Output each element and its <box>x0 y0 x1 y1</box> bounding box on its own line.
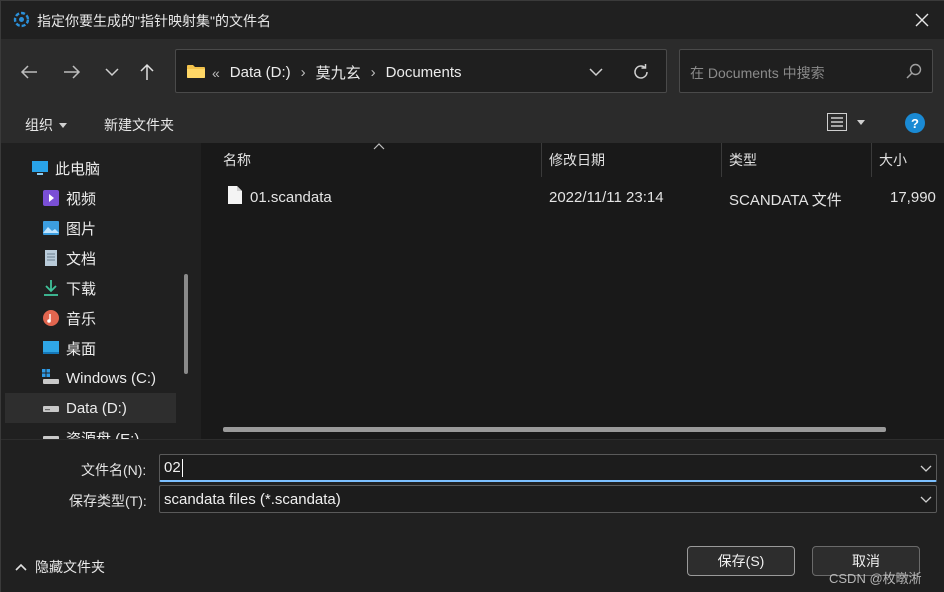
filename-field[interactable]: 02 <box>159 454 937 482</box>
command-bar: 组织 新建文件夹 ? <box>1 103 944 143</box>
sidebar-scrollbar[interactable] <box>184 274 188 374</box>
music-icon <box>43 310 59 326</box>
search-input[interactable]: 在 Documents 中搜索 <box>679 49 933 93</box>
sort-ascending-icon <box>373 143 385 150</box>
up-button[interactable] <box>134 59 160 85</box>
cheat-engine-icon <box>13 11 30 28</box>
download-icon <box>44 280 58 296</box>
caret-down-icon <box>857 119 865 125</box>
caret-down-icon <box>59 122 67 128</box>
sidebar-item-label: Windows (C:) <box>66 369 157 387</box>
navigation-bar: « Data (D:) › 莫九玄 › Documents 在 Document… <box>1 39 944 103</box>
sidebar-item-resource-e[interactable]: 资源盘 (E:) <box>42 423 197 439</box>
sidebar-item-label: 文档 <box>66 250 97 268</box>
address-bar[interactable]: « Data (D:) › 莫九玄 › Documents <box>175 49 667 93</box>
sidebar-item-label: 下载 <box>66 280 97 298</box>
forward-button[interactable] <box>59 59 85 85</box>
documents-icon <box>45 250 57 266</box>
filename-label: 文件名(N): <box>81 462 147 478</box>
sidebar-item-videos[interactable]: 视频 <box>42 183 197 213</box>
help-button[interactable]: ? <box>905 113 925 133</box>
chevron-down-icon <box>589 68 603 77</box>
filetype-label: 保存类型(T): <box>69 493 147 509</box>
refresh-button[interactable] <box>628 59 654 85</box>
back-button[interactable] <box>16 59 42 85</box>
sidebar-item-label: 视频 <box>66 190 97 208</box>
arrow-up-icon <box>140 63 154 80</box>
address-dropdown-button[interactable] <box>584 60 608 84</box>
breadcrumb-overflow[interactable]: « <box>212 65 220 81</box>
sidebar-item-downloads[interactable]: 下载 <box>42 273 197 303</box>
file-modified: 2022/11/11 23:14 <box>549 189 664 206</box>
new-folder-button[interactable]: 新建文件夹 <box>104 115 174 135</box>
chevron-down-icon <box>105 68 119 77</box>
search-icon <box>906 63 922 79</box>
sidebar-item-documents[interactable]: 文档 <box>42 243 197 273</box>
sidebar-item-windows-c[interactable]: Windows (C:) <box>42 363 197 393</box>
column-header-size[interactable]: 大小 <box>871 143 944 177</box>
sidebar-item-this-pc[interactable]: 此电脑 <box>31 153 197 183</box>
sidebar-item-label: 图片 <box>66 220 97 238</box>
view-options-button[interactable] <box>827 113 865 131</box>
breadcrumb-item[interactable]: Documents <box>386 64 462 81</box>
breadcrumb-item[interactable]: 莫九玄 <box>316 62 361 83</box>
arrow-left-icon <box>20 65 37 79</box>
file-type: SCANDATA 文件 <box>729 192 842 209</box>
organize-label: 组织 <box>25 117 53 133</box>
sidebar-item-label: 资源盘 (E:) <box>66 430 140 440</box>
file-name: 01.scandata <box>250 189 332 206</box>
sidebar-item-label: Data (D:) <box>66 399 127 417</box>
folder-icon <box>187 65 205 78</box>
close-icon <box>915 13 929 27</box>
drive-icon <box>43 436 59 439</box>
breadcrumb: « Data (D:) › 莫九玄 › Documents <box>212 62 462 83</box>
text-caret <box>181 458 183 477</box>
sidebar-item-desktop[interactable]: 桌面 <box>42 333 197 363</box>
horizontal-scrollbar[interactable] <box>223 427 886 432</box>
file-size: 17,990 <box>890 189 936 206</box>
computer-icon <box>32 161 48 175</box>
arrow-right-icon <box>64 65 81 79</box>
save-button[interactable]: 保存(S) <box>687 546 795 576</box>
filename-value: 02 <box>164 459 181 476</box>
details-view-icon <box>827 113 847 131</box>
watermark: CSDN @枚暾淅 <box>829 571 922 586</box>
column-header-row: 名称 修改日期 类型 大小 <box>201 143 944 177</box>
filetype-select[interactable]: scandata files (*.scandata) <box>159 485 937 513</box>
hide-folders-label: 隐藏文件夹 <box>35 559 105 575</box>
chevron-up-icon <box>15 563 27 571</box>
column-header-type[interactable]: 类型 <box>721 143 872 177</box>
title-bar: 指定你要生成的"指针映射集"的文件名 <box>1 1 944 39</box>
save-form: 文件名(N): 02 保存类型(T): scandata files (*.sc… <box>1 439 944 592</box>
sidebar-item-data-d[interactable]: Data (D:) <box>5 393 176 423</box>
sidebar-item-music[interactable]: 音乐 <box>42 303 197 333</box>
file-list: 名称 修改日期 类型 大小 01.scandata 2022/11/11 23:… <box>201 143 944 439</box>
drive-icon <box>43 406 59 412</box>
desktop-icon <box>43 341 59 354</box>
sidebar-item-label: 音乐 <box>66 310 97 328</box>
dialog-title: 指定你要生成的"指针映射集"的文件名 <box>37 13 271 29</box>
recent-locations-button[interactable] <box>99 59 125 85</box>
navigation-pane: 此电脑 视频 图片 文档 下载 音乐 桌面 Windows (C:) Data … <box>1 143 197 439</box>
filetype-value: scandata files (*.scandata) <box>164 490 341 508</box>
file-icon <box>228 186 242 204</box>
search-placeholder: 在 Documents 中搜索 <box>690 65 825 81</box>
save-dialog: 指定你要生成的"指针映射集"的文件名 « Data (D:) › 莫九玄 › D… <box>0 0 944 592</box>
column-header-modified[interactable]: 修改日期 <box>541 143 722 177</box>
organize-menu[interactable]: 组织 <box>25 115 67 135</box>
drive-icon <box>42 369 59 384</box>
breadcrumb-separator-icon[interactable]: › <box>371 64 376 81</box>
breadcrumb-separator-icon[interactable]: › <box>301 64 306 81</box>
chevron-down-icon[interactable] <box>920 461 932 475</box>
sidebar-item-label: 此电脑 <box>55 160 101 178</box>
chevron-down-icon <box>920 496 932 503</box>
video-icon <box>43 190 59 206</box>
pictures-icon <box>43 221 59 235</box>
hide-folders-toggle[interactable]: 隐藏文件夹 <box>15 557 105 577</box>
close-button[interactable] <box>899 1 944 39</box>
sidebar-item-pictures[interactable]: 图片 <box>42 213 197 243</box>
breadcrumb-item[interactable]: Data (D:) <box>230 64 291 81</box>
refresh-icon <box>634 64 648 79</box>
sidebar-item-label: 桌面 <box>66 340 97 358</box>
